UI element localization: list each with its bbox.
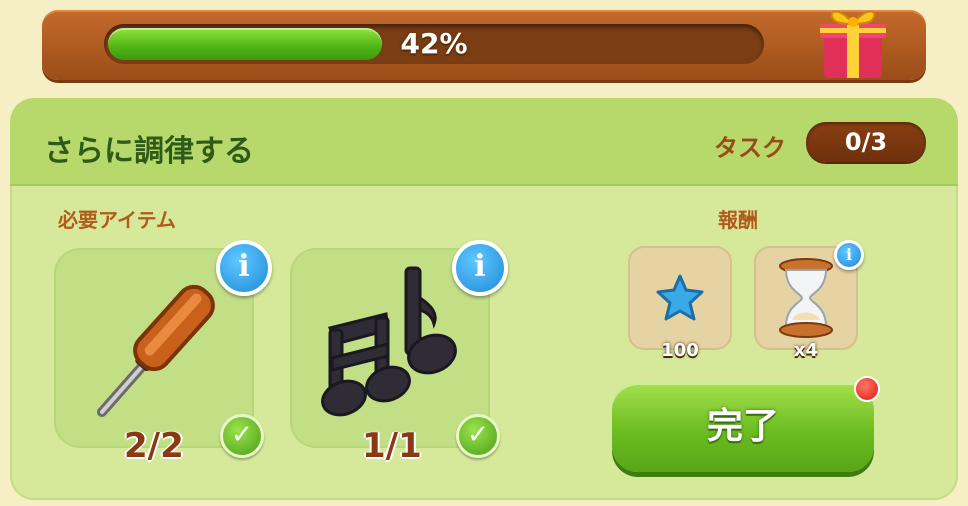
task-panel: さらに調律する タスク 0/3 必要アイテム 報酬 i 2/2 ✓ i 1/1 … (10, 98, 958, 500)
required-items-label: 必要アイテム (58, 208, 176, 232)
reward-card: 100 (628, 246, 732, 361)
reward-value: x4 (793, 340, 819, 361)
progress-bar: 42% (104, 24, 764, 64)
notification-dot (854, 376, 880, 402)
hourglass-icon (779, 258, 833, 338)
panel-header: さらに調律する タスク 0/3 (10, 98, 958, 186)
blue-star-icon (656, 274, 704, 321)
info-icon[interactable]: i (216, 240, 272, 296)
reward-label: 報酬 (718, 208, 758, 232)
check-icon: ✓ (220, 414, 264, 458)
task-label: タスク (714, 134, 786, 162)
screwdriver-icon (97, 284, 215, 417)
check-icon: ✓ (456, 414, 500, 458)
progress-percent-label: 42% (400, 27, 468, 60)
music-notes-icon (321, 266, 457, 417)
info-icon[interactable]: i (834, 240, 864, 270)
item-count: 2/2 (124, 426, 184, 466)
progress-frame: 42% (42, 10, 926, 80)
reward-value: 100 (661, 340, 699, 361)
complete-button[interactable]: 完了 (612, 382, 874, 472)
info-icon[interactable]: i (452, 240, 508, 296)
task-count-badge: 0/3 (806, 122, 926, 162)
panel-title: さらに調律する (44, 134, 254, 169)
item-count: 1/1 (362, 426, 422, 466)
gift-box-icon[interactable] (812, 2, 892, 82)
